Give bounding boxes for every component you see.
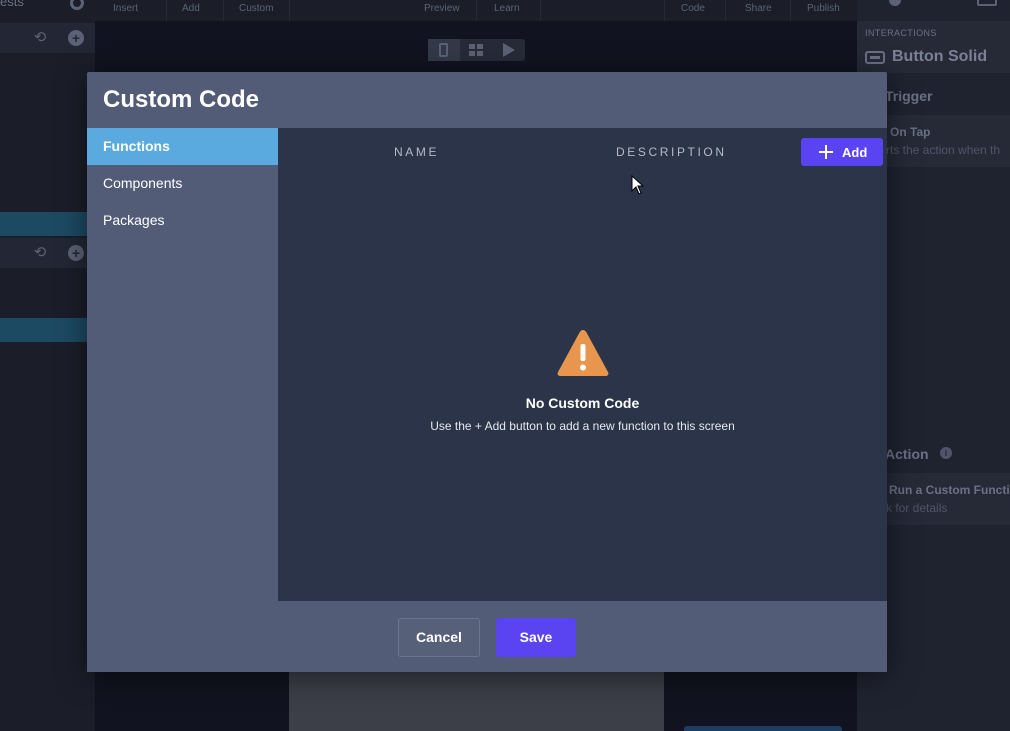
menu-preview[interactable]: Preview xyxy=(424,3,460,14)
menu-code[interactable]: Code xyxy=(681,3,705,14)
menu-custom[interactable]: Custom xyxy=(239,3,273,14)
toolbar-divider xyxy=(223,0,224,21)
selected-tree-row[interactable] xyxy=(0,212,95,236)
trigger-card-subtitle: rts the action when th xyxy=(886,143,1001,157)
device-frame xyxy=(289,672,664,731)
menu-add[interactable]: Add xyxy=(182,3,200,14)
history-icon[interactable]: ⟲ xyxy=(32,30,48,46)
column-header-name: NAME xyxy=(394,145,440,159)
add-circle-icon[interactable]: + xyxy=(68,30,84,46)
toolbar-divider xyxy=(790,0,791,21)
dialog-footer: Cancel Save xyxy=(87,601,887,672)
toolbar-divider xyxy=(289,0,290,21)
column-header-description: DESCRIPTION xyxy=(616,145,727,159)
toolbar-divider xyxy=(476,0,477,21)
toolbar-divider xyxy=(725,0,726,21)
action-card-title: Run a Custom Functi xyxy=(889,483,1010,497)
bottom-element xyxy=(684,726,842,731)
functions-panel: NAME DESCRIPTION Add No Custom Code Use … xyxy=(278,128,887,601)
play-icon xyxy=(503,43,515,57)
action-card-subtitle: k for details xyxy=(886,501,948,515)
toolbar-divider xyxy=(664,0,665,21)
project-name: ests xyxy=(0,0,24,9)
grid-view-button[interactable] xyxy=(460,39,492,61)
info-icon[interactable]: i xyxy=(940,447,952,459)
mouse-cursor-icon xyxy=(631,174,645,195)
plus-icon xyxy=(819,151,833,153)
left-panel-toolbar: ⟲ + xyxy=(0,238,95,268)
add-button-label: Add xyxy=(842,145,868,160)
cancel-button[interactable]: Cancel xyxy=(398,618,480,657)
dialog-title: Custom Code xyxy=(103,86,259,113)
toolbar-divider xyxy=(166,0,167,21)
phone-icon xyxy=(439,43,448,57)
device-switcher xyxy=(428,39,525,61)
tab-components[interactable]: Components xyxy=(87,165,278,202)
custom-code-dialog: Custom Code Functions Components Package… xyxy=(87,72,887,672)
menu-insert[interactable]: Insert xyxy=(113,3,138,14)
menu-learn[interactable]: Learn xyxy=(494,3,520,14)
action-heading: Action xyxy=(885,446,929,462)
image-icon[interactable] xyxy=(977,0,997,6)
trigger-heading: Trigger xyxy=(885,88,933,104)
selected-tree-row[interactable] xyxy=(0,318,95,342)
tool-icon[interactable] xyxy=(889,0,901,6)
toolbar-divider xyxy=(540,0,541,21)
grid-icon xyxy=(469,44,483,56)
save-button[interactable]: Save xyxy=(496,618,576,657)
dialog-sidebar: Functions Components Packages xyxy=(87,128,278,601)
add-function-button[interactable]: Add xyxy=(801,138,883,166)
left-panel-toolbar: ⟲ + xyxy=(0,23,95,53)
tab-packages[interactable]: Packages xyxy=(87,202,278,239)
tab-functions[interactable]: Functions xyxy=(87,128,278,165)
element-title: Button Solid xyxy=(892,48,988,65)
play-button[interactable] xyxy=(492,39,524,61)
phone-view-button[interactable] xyxy=(428,39,460,61)
add-circle-icon[interactable]: + xyxy=(68,245,84,261)
warning-icon xyxy=(557,330,609,376)
left-panel: ⟲ + ⟲ + xyxy=(0,21,95,731)
empty-state-description: Use the + Add button to add a new functi… xyxy=(430,419,735,433)
menu-publish[interactable]: Publish xyxy=(807,3,840,14)
interactions-label: INTERACTIONS xyxy=(865,28,937,38)
menu-share[interactable]: Share xyxy=(745,3,772,14)
button-icon xyxy=(865,51,885,64)
trigger-card-title: On Tap xyxy=(890,125,931,139)
history-icon[interactable]: ⟲ xyxy=(32,245,48,261)
empty-state-title: No Custom Code xyxy=(525,395,640,411)
